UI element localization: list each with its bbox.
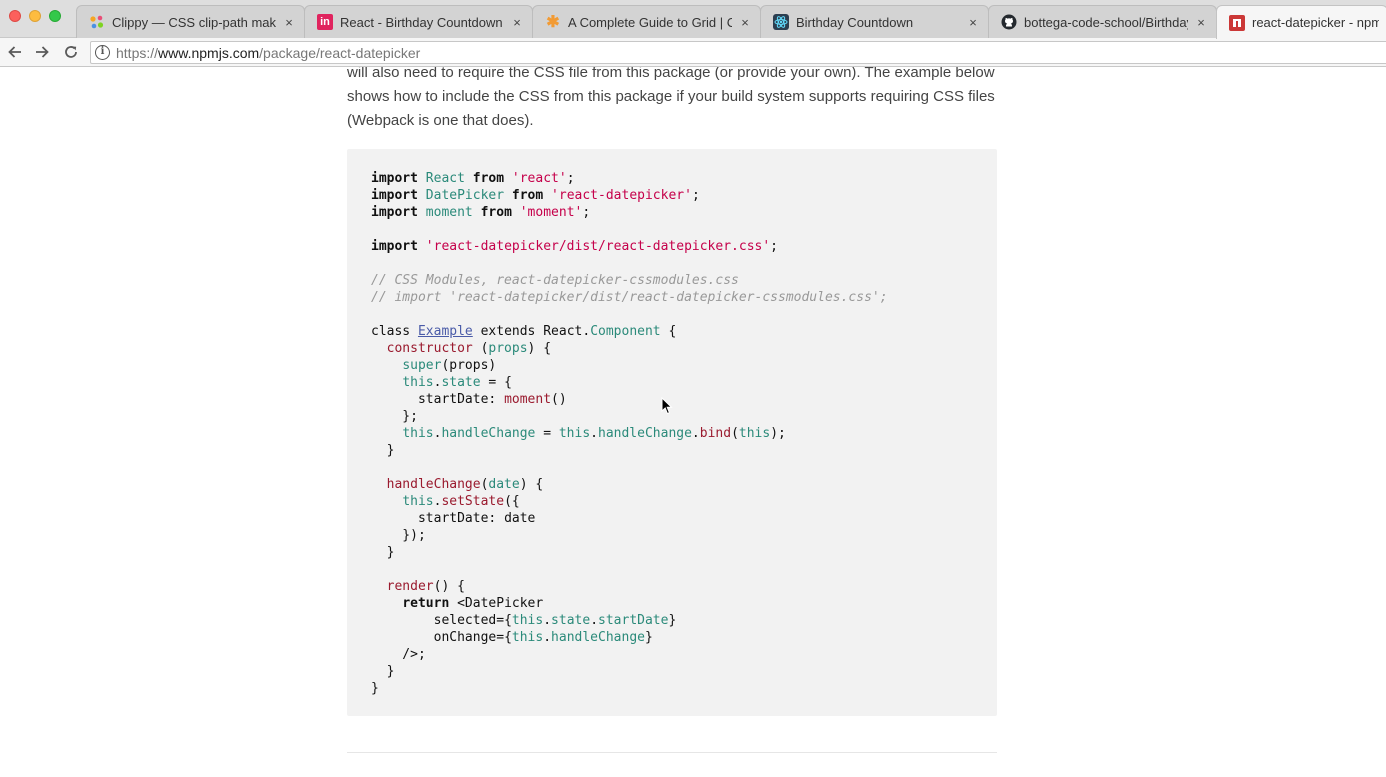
site-info-icon[interactable]: i (95, 45, 110, 60)
url-path: /package/react-datepicker (259, 44, 421, 61)
address-bar[interactable]: i https://www.npmjs.com/package/react-da… (90, 41, 1386, 64)
url-scheme: https:// (116, 44, 159, 61)
intro-line: (Webpack is one that does). (347, 112, 534, 129)
tab-birthday-countdown[interactable]: Birthday Countdown × (760, 5, 989, 38)
close-tab-icon[interactable]: × (1194, 15, 1208, 30)
minimize-window-button[interactable] (29, 10, 41, 22)
browser-toolbar: i https://www.npmjs.com/package/react-da… (0, 38, 1386, 67)
close-window-button[interactable] (9, 10, 21, 22)
close-tab-icon[interactable]: × (966, 15, 980, 30)
forward-arrow-icon[interactable] (31, 41, 53, 63)
maximize-window-button[interactable] (49, 10, 61, 22)
mouse-cursor-icon (661, 397, 673, 415)
tab-clippy[interactable]: Clippy — CSS clip-path maker × (76, 5, 305, 38)
tab-github[interactable]: bottega-code-school/Birthday × (988, 5, 1217, 38)
npm-icon (1229, 14, 1245, 31)
intro-paragraph: will also need to require the CSS file f… (347, 67, 997, 133)
tab-title: react-datepicker - npm (1252, 15, 1379, 30)
intro-line: shows how to include the CSS from this p… (347, 88, 995, 105)
invision-icon: in (317, 14, 333, 30)
close-tab-icon[interactable]: × (738, 15, 752, 30)
github-icon (1001, 14, 1017, 30)
tab-title: Clippy — CSS clip-path maker (112, 14, 276, 30)
url-host: www.npmjs.com (158, 44, 260, 61)
tab-invision[interactable]: in React - Birthday Countdown P × (304, 5, 533, 38)
page-content: will also need to require the CSS file f… (0, 67, 1386, 777)
clippy-dots-icon (89, 14, 105, 30)
intro-line: will also need to require the CSS file f… (347, 67, 995, 81)
code-block: import React from 'react'; import DatePi… (347, 149, 997, 716)
close-tab-icon[interactable]: × (282, 15, 296, 30)
tab-title: bottega-code-school/Birthday (1024, 14, 1188, 30)
section-divider (347, 752, 997, 753)
tab-title: React - Birthday Countdown P (340, 14, 504, 30)
tab-css-tricks[interactable]: ✱ A Complete Guide to Grid | CS × (532, 5, 761, 38)
react-atom-icon (773, 14, 789, 30)
example-class-link[interactable]: Example (418, 324, 473, 339)
tab-npm-react-datepicker[interactable]: react-datepicker - npm (1216, 5, 1386, 39)
css-tricks-star-icon: ✱ (546, 14, 560, 31)
back-arrow-icon[interactable] (4, 41, 26, 63)
reload-icon[interactable] (60, 41, 82, 63)
code-listing: import React from 'react'; import DatePi… (371, 171, 888, 696)
close-tab-icon[interactable]: × (510, 15, 524, 30)
tab-title: A Complete Guide to Grid | CS (568, 14, 732, 30)
tab-strip: Clippy — CSS clip-path maker × in React … (0, 0, 1386, 39)
tab-title: Birthday Countdown (796, 14, 914, 30)
